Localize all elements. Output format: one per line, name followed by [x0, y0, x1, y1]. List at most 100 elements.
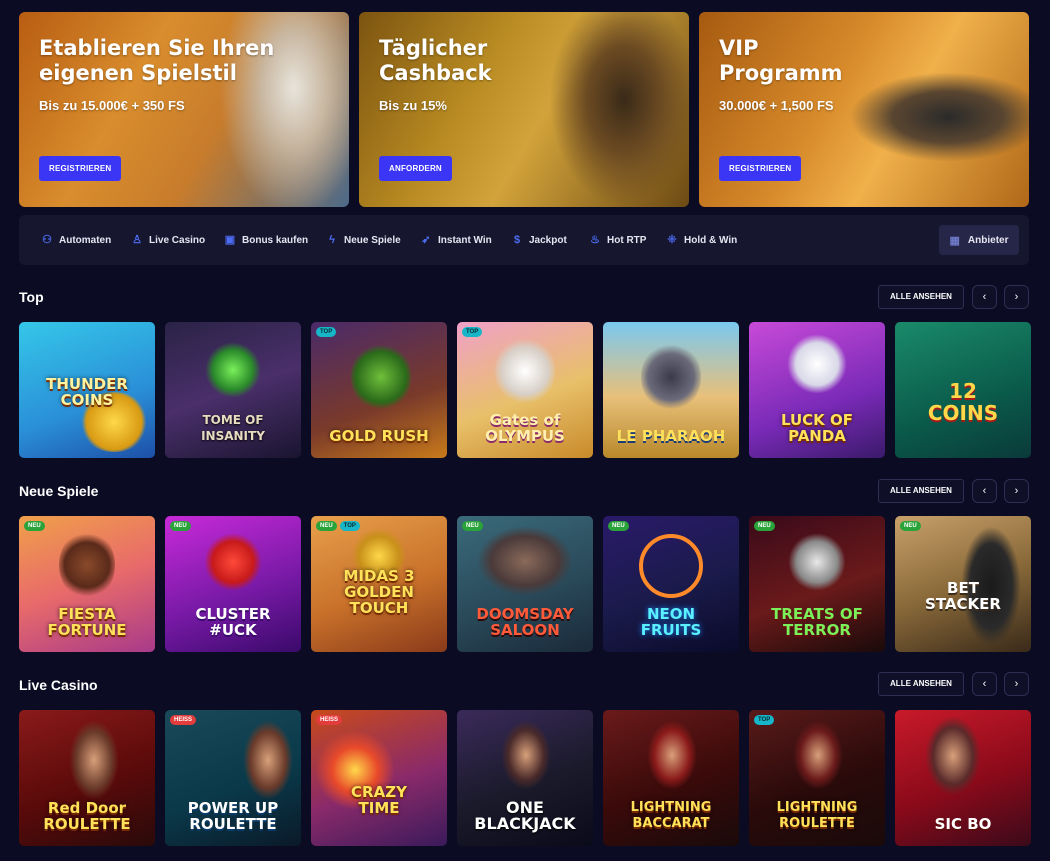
game-tile[interactable]: ONE BLACKJACK — [457, 710, 593, 846]
section-title-new-games: Neue Spiele — [19, 483, 99, 499]
badges: TOP — [462, 327, 483, 337]
badges: NEU TOP — [316, 521, 360, 531]
game-tile[interactable]: TOP Gates of OLYMPUS — [457, 322, 593, 458]
game-title: POWER UP ROULETTE — [187, 799, 279, 833]
zeus-art — [495, 336, 555, 406]
next-arrow-button[interactable]: › — [1004, 672, 1029, 696]
rocket-icon: ➶ — [421, 234, 431, 246]
game-tile[interactable]: NEU TREATS OF TERROR — [749, 516, 885, 652]
panda-art — [787, 334, 847, 394]
badges: NEU — [462, 521, 483, 531]
view-all-top-button[interactable]: ALLE ANSEHEN — [878, 285, 964, 309]
badges: NEU — [608, 521, 629, 531]
badges: NEU — [754, 521, 775, 531]
game-tile[interactable]: NEU TOP MIDAS 3 GOLDEN TOUCH — [311, 516, 447, 652]
banner-welcome[interactable]: Etablieren Sie Ihren eigenen Spielstil B… — [19, 12, 349, 207]
game-tile[interactable]: THUNDER COINS — [19, 322, 155, 458]
badges: TOP — [754, 715, 775, 725]
game-tile[interactable]: NEU NEON FRUITS — [603, 516, 739, 652]
top-badge: TOP — [316, 327, 337, 337]
dancer-art — [59, 530, 115, 600]
game-tile[interactable]: LUCK OF PANDA — [749, 322, 885, 458]
new-badge: NEU — [754, 521, 775, 531]
game-title: CRAZY TIME — [351, 783, 407, 817]
banner-subtitle: 30.000€ + 1,500 FS — [719, 98, 834, 113]
game-title: LIGHTNING ROULETTE — [776, 800, 858, 831]
game-tile[interactable]: NEU BET STACKER — [895, 516, 1031, 652]
banner-cashback[interactable]: Täglicher Cashback Bis zu 15% ANFORDERN — [359, 12, 689, 207]
section-title-top: Top — [19, 289, 44, 305]
hot-badge: HEISS — [170, 715, 197, 725]
hot-badge: HEISS — [316, 715, 343, 725]
game-tile[interactable]: LE PHARAOH — [603, 322, 739, 458]
game-title: SIC BO — [934, 815, 992, 833]
view-all-live-button[interactable]: ALLE ANSEHEN — [878, 672, 964, 696]
game-title: Gates of OLYMPUS — [485, 411, 565, 445]
dealer-art — [501, 720, 551, 790]
category-live-casino[interactable]: ♙ Live Casino — [131, 215, 205, 265]
game-tile[interactable]: HEISS CRAZY TIME — [311, 710, 447, 846]
top-badge: TOP — [754, 715, 775, 725]
game-tile[interactable]: NEU DOOMSDAY SALOON — [457, 516, 593, 652]
game-tile[interactable]: LIGHTNING BACCARAT — [603, 710, 739, 846]
banner-title: VIP Programm — [719, 36, 843, 85]
providers-button[interactable]: ▦ Anbieter — [939, 225, 1019, 255]
game-title: LIGHTNING BACCARAT — [630, 800, 712, 831]
register-button[interactable]: REGISTRIEREN — [719, 156, 802, 181]
new-badge: NEU — [462, 521, 483, 531]
prev-arrow-button[interactable]: ‹ — [972, 672, 997, 696]
category-automaten[interactable]: ⚇ Automaten — [41, 215, 111, 265]
fruit-art — [639, 534, 703, 598]
game-tile[interactable]: SIC BO — [895, 710, 1031, 846]
dealer-art — [793, 720, 843, 790]
next-arrow-button[interactable]: › — [1004, 479, 1029, 503]
eye-art — [205, 342, 261, 398]
game-title: NEON FRUITS — [640, 605, 702, 639]
dealer-art — [647, 720, 697, 790]
category-instant-win[interactable]: ➶ Instant Win — [420, 215, 491, 265]
next-arrow-button[interactable]: › — [1004, 285, 1029, 309]
category-bonus-kaufen[interactable]: ▣ Bonus kaufen — [224, 215, 308, 265]
prev-arrow-button[interactable]: ‹ — [972, 285, 997, 309]
category-jackpot[interactable]: $ Jackpot — [511, 215, 567, 265]
character-art — [351, 342, 411, 412]
raccoon-art — [641, 342, 701, 412]
category-hot-rtp[interactable]: ♨ Hot RTP — [589, 215, 646, 265]
game-title: MIDAS 3 GOLDEN TOUCH — [343, 567, 415, 617]
badges: HEISS — [316, 715, 343, 725]
badges: NEU — [900, 521, 921, 531]
game-tile[interactable]: NEU CLUSTER #UCK — [165, 516, 301, 652]
game-title: TREATS OF TERROR — [771, 605, 863, 639]
game-tile[interactable]: HEISS POWER UP ROULETTE — [165, 710, 301, 846]
game-title: BET STACKER — [925, 579, 1001, 613]
flame-icon: ♨ — [590, 234, 600, 246]
slot-icon: ⚇ — [42, 234, 52, 246]
claim-button[interactable]: ANFORDERN — [379, 156, 452, 181]
game-tile[interactable]: 12 COINS — [895, 322, 1031, 458]
game-title: Red Door ROULETTE — [43, 799, 131, 833]
badges: TOP — [316, 327, 337, 337]
character-art — [205, 532, 261, 592]
clown-art — [789, 532, 845, 592]
view-all-new-button[interactable]: ALLE ANSEHEN — [878, 479, 964, 503]
banner-vip[interactable]: VIP Programm 30.000€ + 1,500 FS REGISTRI… — [699, 12, 1029, 207]
game-title: 12 COINS — [927, 379, 999, 425]
register-button[interactable]: REGISTRIEREN — [39, 156, 122, 181]
game-tile[interactable]: TOP LIGHTNING ROULETTE — [749, 710, 885, 846]
new-badge: NEU — [900, 521, 921, 531]
banner-subtitle: Bis zu 15% — [379, 98, 447, 113]
new-badge: NEU — [170, 521, 191, 531]
category-hold-win[interactable]: ⁜ Hold & Win — [666, 215, 737, 265]
prev-arrow-button[interactable]: ‹ — [972, 479, 997, 503]
dealer-icon: ♙ — [132, 234, 142, 246]
category-neue-spiele[interactable]: ϟ Neue Spiele — [326, 215, 401, 265]
game-tile[interactable]: NEU FIESTA FORTUNE — [19, 516, 155, 652]
new-badge: NEU — [608, 521, 629, 531]
game-title: CLUSTER #UCK — [195, 605, 271, 639]
game-tile[interactable]: TOME OF INSANITY — [165, 322, 301, 458]
top-badge: TOP — [462, 327, 483, 337]
game-tile[interactable]: Red Door ROULETTE — [19, 710, 155, 846]
game-title: THUNDER COINS — [46, 375, 128, 409]
game-tile[interactable]: TOP GOLD RUSH — [311, 322, 447, 458]
badges: HEISS — [170, 715, 197, 725]
